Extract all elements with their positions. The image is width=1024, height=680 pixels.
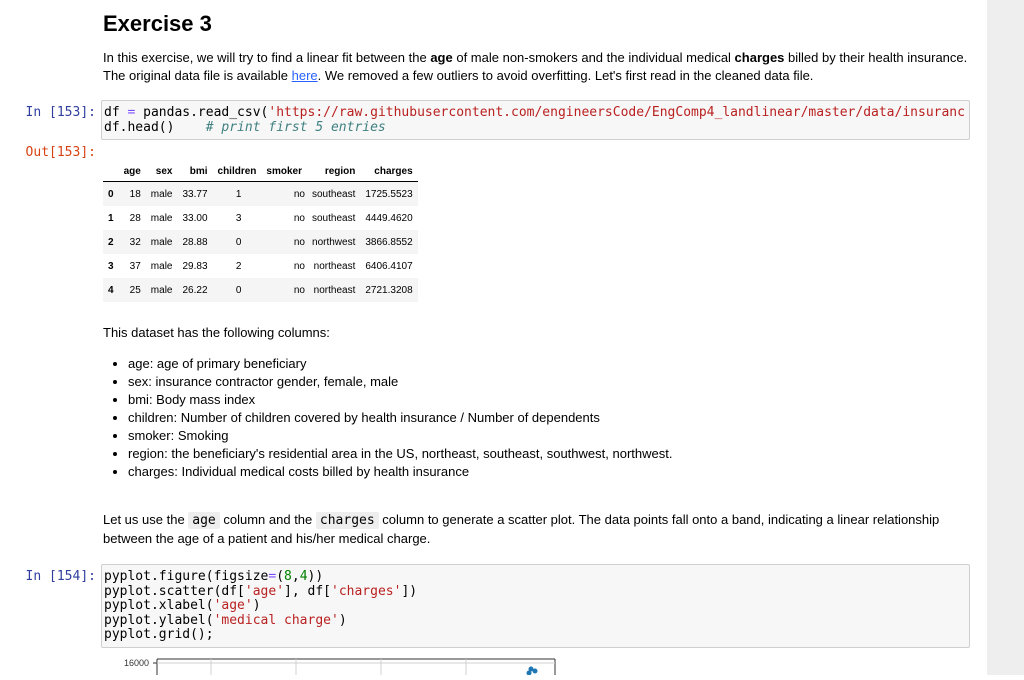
scatter-description: Let us use the age column and the charge…: [103, 512, 940, 546]
vertical-scrollbar[interactable]: [987, 0, 1024, 675]
table-row: 1 28 male 33.00 3 no southeast 4449.4620: [108, 212, 413, 224]
input-prompt-153: In [153]:: [25, 105, 96, 120]
list-item: age: age of primary beneficiary: [128, 355, 672, 373]
output-prompt-153: Out[153]:: [25, 145, 96, 160]
list-item: children: Number of children covered by …: [128, 409, 672, 427]
code-line: df.head() # print first 5 entries: [104, 119, 386, 135]
columns-intro: This dataset has the following columns:: [103, 325, 330, 340]
code-line: pyplot.scatter(df['age'], df['charges']): [104, 583, 418, 599]
y-tick-label: 16000: [124, 658, 149, 668]
list-item: smoker: Smoking: [128, 427, 672, 445]
scatter-plot-svg: 16000: [124, 658, 556, 676]
code-line: pyplot.xlabel('age'): [104, 598, 261, 613]
list-item: region: the beneficiary's residential ar…: [128, 445, 672, 463]
code-cell-154[interactable]: pyplot.figure(figsize=(8,4)) pyplot.scat…: [101, 564, 970, 648]
data-point: [532, 668, 538, 674]
code-line: pyplot.grid();: [104, 627, 214, 642]
page-title: Exercise 3: [103, 11, 212, 36]
scatter-plot-output: 16000: [101, 655, 561, 676]
table-row: 0 18 male 33.77 1 no southeast 1725.5523: [103, 181, 418, 206]
list-item: bmi: Body mass index: [128, 391, 672, 409]
dataframe-table: age sex bmi children smoker region charg…: [103, 161, 418, 302]
table-row: 4 25 male 26.22 0 no northeast 2721.3208: [103, 278, 418, 302]
table-row: 2 32 male 28.88 0 no northwest 3866.8552: [103, 230, 418, 254]
code-line: pyplot.ylabel('medical charge'): [104, 612, 347, 628]
intro-paragraph: In this exercise, we will try to find a …: [103, 50, 968, 83]
code-line: pyplot.figure(figsize=(8,4)): [104, 569, 324, 584]
column-description-list: age: age of primary beneficiary sex: ins…: [103, 355, 672, 481]
table-row: 3 37 male 29.83 2 no northeast 6406.4107: [108, 260, 413, 272]
list-item: charges: Individual medical costs billed…: [128, 463, 672, 481]
code-line: df = pandas.read_csv('https://raw.github…: [104, 105, 965, 120]
list-item: sex: insurance contractor gender, female…: [128, 373, 672, 391]
data-file-link[interactable]: here: [292, 68, 318, 83]
code-cell-153[interactable]: df = pandas.read_csv('https://raw.github…: [101, 100, 970, 140]
input-prompt-154: In [154]:: [25, 569, 96, 584]
table-header-row: age sex bmi children smoker region charg…: [103, 161, 418, 182]
